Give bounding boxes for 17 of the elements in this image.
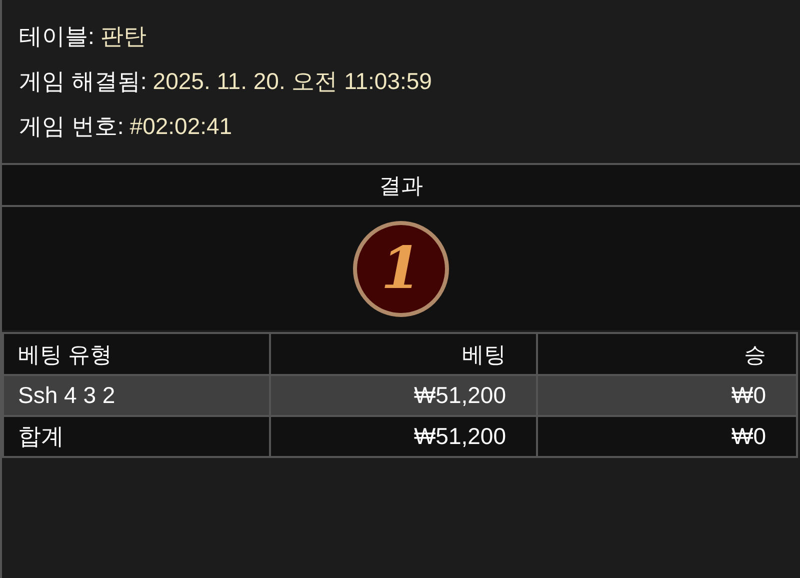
- column-header: 베팅: [271, 334, 536, 374]
- info-label: 게임 번호:: [19, 112, 124, 140]
- table-cell: ₩0: [538, 376, 796, 415]
- info-value: 2025. 11. 20. 오전 11:03:59: [152, 67, 432, 95]
- info-value: 판탄: [100, 22, 146, 50]
- table-cell: ₩51,200: [271, 376, 536, 415]
- table-cell: ₩0: [538, 417, 796, 456]
- column-header: 베팅 유형: [4, 334, 269, 374]
- info-label: 테이블:: [19, 22, 94, 50]
- table-cell: ₩51,200: [271, 417, 536, 456]
- result-header: 결과: [2, 163, 800, 207]
- column-header: 승: [538, 334, 796, 374]
- result-medal: 1: [353, 220, 449, 316]
- table-cell: Ssh 4 3 2: [4, 376, 269, 415]
- table-cell: 합계: [4, 417, 269, 456]
- info-value: #02:02:41: [130, 112, 232, 140]
- info-label: 게임 해결됨:: [19, 67, 147, 95]
